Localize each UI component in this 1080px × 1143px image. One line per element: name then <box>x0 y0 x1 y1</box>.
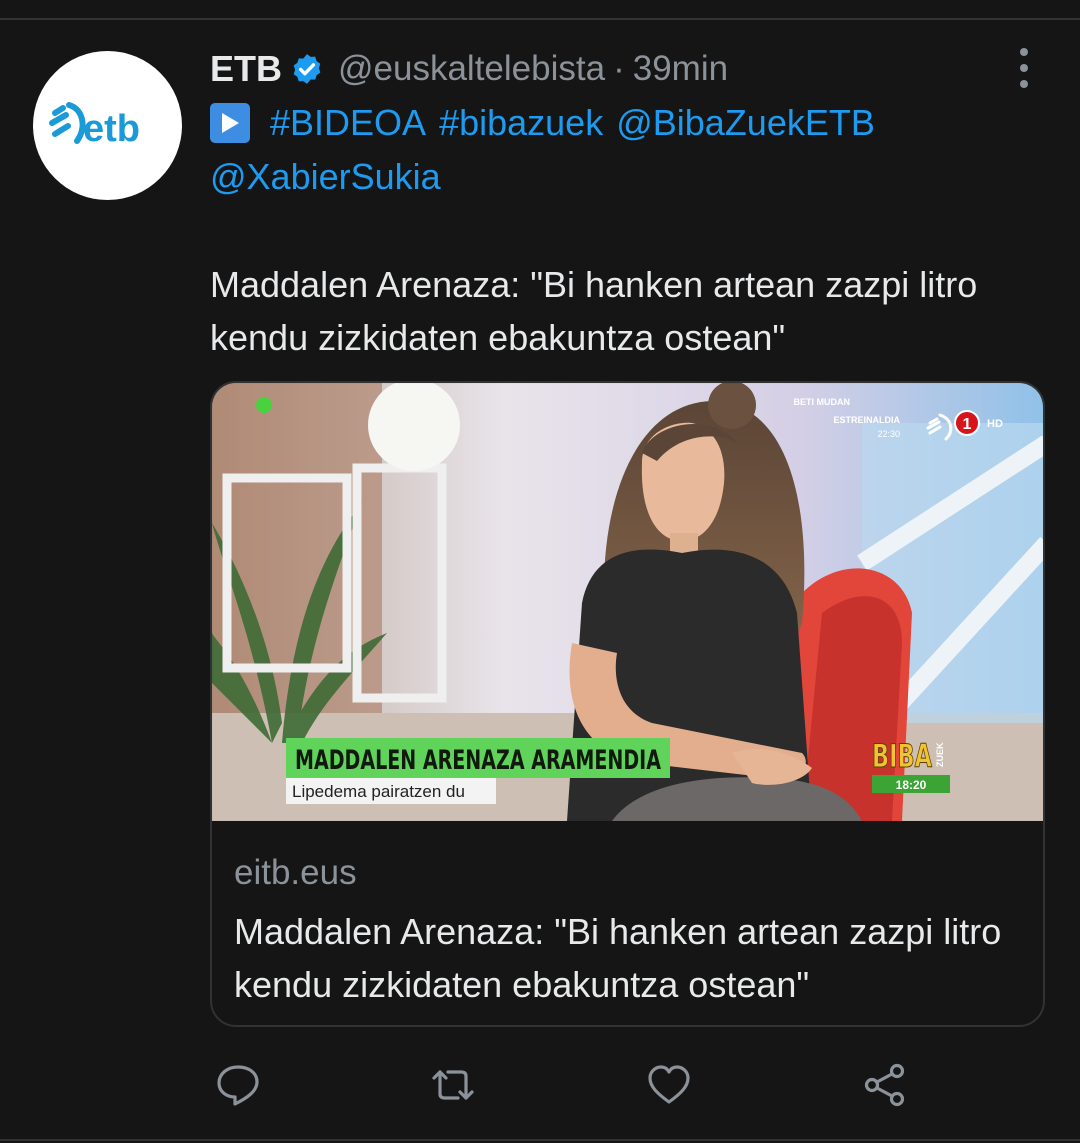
bottom-divider <box>0 1139 1080 1141</box>
mention-xabiersukia[interactable]: @XabierSukia <box>210 156 441 197</box>
card-domain: eitb.eus <box>234 853 357 892</box>
mention-bibazueketb[interactable]: @BibaZuekETB <box>616 96 875 150</box>
retweet-icon <box>432 1070 474 1100</box>
show-logo-text: BIBA <box>872 737 932 775</box>
hashtag-bibazuek[interactable]: #bibazuek <box>439 96 603 150</box>
verified-badge-icon <box>293 54 321 84</box>
avatar-logo-text: etb <box>83 108 140 150</box>
link-card[interactable]: BETI MUDAN ESTREINALDIA 22:30 1 HD MADDA… <box>210 381 1045 1027</box>
reply-icon <box>217 1065 259 1106</box>
promo-time: 22:30 <box>877 429 900 439</box>
promo-line2: ESTREINALDIA <box>833 415 900 425</box>
card-title: Maddalen Arenaza: "Bi hanken artean zazp… <box>234 911 1002 1005</box>
channel-hd: HD <box>987 418 1003 430</box>
like-button[interactable] <box>646 1062 692 1108</box>
card-image[interactable]: BETI MUDAN ESTREINALDIA 22:30 1 HD MADDA… <box>212 383 1043 821</box>
author-name[interactable]: ETB <box>210 48 282 90</box>
action-bar <box>0 1062 1080 1108</box>
show-logo: BIBA ZUEK 18:20 <box>872 737 950 793</box>
like-icon <box>648 1065 690 1104</box>
etb-logo-icon: etb <box>49 102 140 150</box>
lower-third-subtitle: Lipedema pairatzen du <box>292 782 465 801</box>
lower-third-name: MADDALEN ARENAZA ARAMENDIA <box>295 745 661 776</box>
author-handle[interactable]: @euskaltelebista <box>338 49 605 89</box>
more-dot <box>1020 64 1028 72</box>
hashtags-line: #BIDEOA #bibazuek @BibaZuekETB <box>210 96 1040 150</box>
share-button[interactable] <box>862 1062 908 1108</box>
play-button-icon <box>210 103 250 143</box>
tweet-text: Maddalen Arenaza: "Bi hanken artean zazp… <box>210 264 978 358</box>
channel-number: 1 <box>963 416 972 433</box>
retweet-button[interactable] <box>430 1062 476 1108</box>
avatar[interactable]: etb <box>33 51 182 200</box>
mention-line: @XabierSukia <box>210 150 1040 204</box>
more-dot <box>1020 48 1028 56</box>
video-thumbnail: BETI MUDAN ESTREINALDIA 22:30 1 HD MADDA… <box>212 383 1043 821</box>
more-dot <box>1020 80 1028 88</box>
hashtag-bideoa[interactable]: #BIDEOA <box>270 96 426 150</box>
tweet-header: ETB @euskaltelebista · 39min <box>210 46 728 92</box>
reply-button[interactable] <box>215 1062 261 1108</box>
show-clock: 18:20 <box>896 778 927 792</box>
show-logo-small: ZUEK <box>935 742 945 767</box>
promo-line1: BETI MUDAN <box>794 397 851 407</box>
header-separator: · <box>613 49 625 88</box>
top-divider <box>0 18 1080 20</box>
more-options-icon[interactable] <box>1008 48 1040 88</box>
share-icon <box>864 1063 905 1107</box>
tweet-time[interactable]: 39min <box>633 49 728 89</box>
